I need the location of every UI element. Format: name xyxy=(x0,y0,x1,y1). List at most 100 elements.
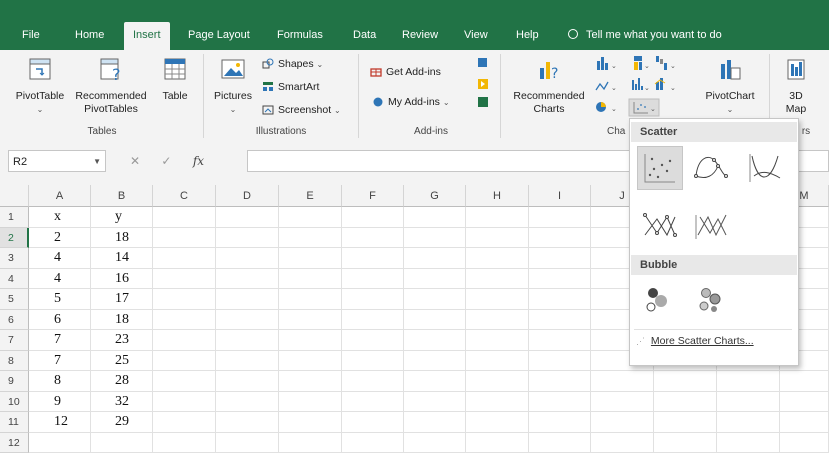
cell[interactable] xyxy=(529,289,591,310)
tab-insert[interactable]: Insert xyxy=(124,22,170,50)
cell[interactable] xyxy=(342,391,404,412)
insert-function-icon[interactable]: fx xyxy=(193,154,204,168)
cell[interactable] xyxy=(216,412,279,433)
cell[interactable] xyxy=(404,391,466,412)
column-header-i[interactable]: I xyxy=(529,185,591,207)
tab-view[interactable]: View xyxy=(464,24,488,46)
cell[interactable] xyxy=(153,207,216,228)
cell[interactable]: 9 xyxy=(29,391,91,412)
row-header[interactable]: 5 xyxy=(0,289,29,310)
cell[interactable] xyxy=(216,309,279,330)
scatter-smooth-markers-option[interactable] xyxy=(688,146,734,190)
cell[interactable] xyxy=(404,248,466,269)
row-header[interactable]: 11 xyxy=(0,412,29,433)
cell[interactable] xyxy=(466,412,529,433)
cell[interactable] xyxy=(404,289,466,310)
scatter-straight-option[interactable] xyxy=(688,205,734,249)
row-header[interactable]: 4 xyxy=(0,268,29,289)
more-scatter-charts-link[interactable]: ⋰ More Scatter Charts... xyxy=(636,335,754,347)
cell[interactable] xyxy=(404,227,466,248)
pictures-button[interactable]: Pictures ⌄ xyxy=(210,56,256,116)
cell[interactable] xyxy=(466,371,529,392)
recommended-pivottables-button[interactable]: ? Recommended PivotTables xyxy=(70,56,152,116)
screenshot-button[interactable]: Screenshot ⌄ xyxy=(262,103,341,118)
cell[interactable] xyxy=(153,227,216,248)
cell[interactable] xyxy=(780,412,829,433)
cell[interactable]: 8 xyxy=(29,371,91,392)
cell[interactable] xyxy=(780,371,829,392)
cell[interactable]: 17 xyxy=(91,289,153,310)
cell[interactable] xyxy=(279,330,342,351)
cell[interactable] xyxy=(717,371,780,392)
scatter-straight-markers-option[interactable] xyxy=(637,205,683,249)
row-header[interactable]: 3 xyxy=(0,248,29,269)
cell[interactable] xyxy=(466,227,529,248)
cell[interactable]: 12 xyxy=(29,412,91,433)
cell[interactable] xyxy=(29,432,91,453)
cell[interactable]: 29 xyxy=(91,412,153,433)
cell[interactable] xyxy=(216,432,279,453)
bubble-option[interactable] xyxy=(637,279,683,323)
scatter-smooth-option[interactable] xyxy=(742,146,788,190)
column-header-b[interactable]: B xyxy=(91,185,153,207)
chevron-down-icon[interactable]: ▼ xyxy=(93,151,101,173)
cell[interactable] xyxy=(404,371,466,392)
row-header[interactable]: 6 xyxy=(0,309,29,330)
column-header-g[interactable]: G xyxy=(404,185,466,207)
cell[interactable] xyxy=(466,350,529,371)
cell[interactable] xyxy=(279,371,342,392)
cell[interactable]: 4 xyxy=(29,248,91,269)
tab-data[interactable]: Data xyxy=(353,24,376,46)
smartart-button[interactable]: SmartArt xyxy=(262,80,319,94)
cell[interactable] xyxy=(529,391,591,412)
cell[interactable] xyxy=(216,289,279,310)
cell[interactable] xyxy=(342,227,404,248)
cell[interactable] xyxy=(654,412,717,433)
cell[interactable]: 7 xyxy=(29,350,91,371)
name-box[interactable]: R2 ▼ xyxy=(8,150,106,172)
cell[interactable] xyxy=(717,432,780,453)
cell[interactable] xyxy=(153,309,216,330)
cell[interactable] xyxy=(279,227,342,248)
cell[interactable]: 16 xyxy=(91,268,153,289)
cell[interactable] xyxy=(153,268,216,289)
cell[interactable] xyxy=(342,412,404,433)
cell[interactable] xyxy=(654,371,717,392)
cell[interactable] xyxy=(404,207,466,228)
cell[interactable]: 5 xyxy=(29,289,91,310)
cell[interactable] xyxy=(216,350,279,371)
tab-home[interactable]: Home xyxy=(75,24,104,46)
cell[interactable] xyxy=(279,309,342,330)
cell[interactable] xyxy=(216,391,279,412)
table-button[interactable]: Table xyxy=(156,56,194,103)
cell[interactable] xyxy=(279,350,342,371)
cell[interactable] xyxy=(279,207,342,228)
cell[interactable] xyxy=(654,432,717,453)
cell[interactable] xyxy=(466,207,529,228)
cell[interactable] xyxy=(279,268,342,289)
cell[interactable]: 28 xyxy=(91,371,153,392)
cell[interactable] xyxy=(279,248,342,269)
cell[interactable] xyxy=(153,432,216,453)
cell[interactable] xyxy=(153,289,216,310)
cell[interactable] xyxy=(466,268,529,289)
tab-help[interactable]: Help xyxy=(516,24,539,46)
get-addins-button[interactable]: Get Add-ins xyxy=(370,65,441,79)
recommended-charts-button[interactable]: ? Recommended Charts xyxy=(508,56,590,116)
cell[interactable] xyxy=(153,350,216,371)
row-header[interactable]: 8 xyxy=(0,350,29,371)
cell[interactable]: y xyxy=(91,207,153,228)
tab-page-layout[interactable]: Page Layout xyxy=(188,24,250,46)
cell[interactable] xyxy=(342,330,404,351)
column-header-f[interactable]: F xyxy=(342,185,404,207)
my-addins-button[interactable]: My Add-ins ⌄ xyxy=(372,95,450,110)
cell[interactable] xyxy=(279,391,342,412)
cell[interactable] xyxy=(342,309,404,330)
cell[interactable] xyxy=(529,248,591,269)
cell[interactable] xyxy=(216,268,279,289)
cell[interactable] xyxy=(279,412,342,433)
cell[interactable] xyxy=(342,371,404,392)
row-header[interactable]: 9 xyxy=(0,371,29,392)
cell[interactable]: 32 xyxy=(91,391,153,412)
column-header-a[interactable]: A xyxy=(29,185,91,207)
